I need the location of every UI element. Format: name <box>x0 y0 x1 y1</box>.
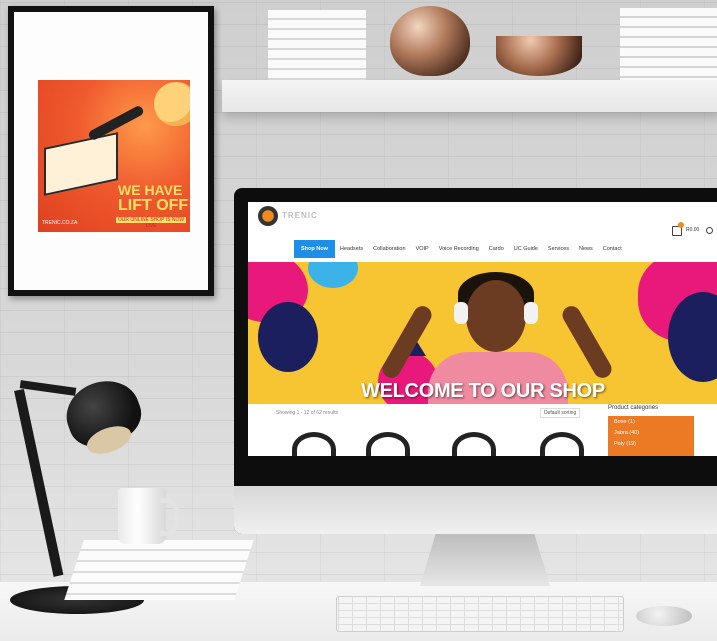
main-nav: Shop Now Headsets Collaboration VOIP Voi… <box>294 240 627 258</box>
categories-title: Product categories <box>608 405 659 411</box>
lift-off-poster: WE HAVE LIFT OFF OUR ONLINE SHOP IS NOW … <box>38 80 190 232</box>
copper-vase-round <box>390 6 470 76</box>
product-thumbnail[interactable] <box>292 432 336 456</box>
coffee-mug <box>118 488 166 544</box>
categories-list: Bose (1) Jabra (40) Poly (19) <box>608 416 694 456</box>
mouse <box>636 606 692 626</box>
product-thumbnail[interactable] <box>540 432 584 456</box>
nav-news[interactable]: News <box>574 240 598 258</box>
cart-count-badge <box>678 222 684 228</box>
book-stack-right <box>620 8 717 80</box>
search-icon[interactable] <box>706 227 713 234</box>
poster-headline-2: LIFT OFF <box>118 197 189 214</box>
headphone-icon <box>454 302 468 324</box>
moon-graphic <box>154 82 190 126</box>
hero-person-arm-right <box>559 302 615 382</box>
nav-voice-recording[interactable]: Voice Recording <box>434 240 484 258</box>
hero-banner: WELCOME TO OUR SHOP <box>248 262 717 404</box>
site-logo[interactable] <box>258 206 278 226</box>
book-stack-left <box>268 10 366 80</box>
product-thumbnail[interactable] <box>366 432 410 456</box>
keyboard <box>336 596 624 632</box>
mug-handle <box>160 498 179 536</box>
hero-title: WELCOME TO OUR SHOP <box>361 380 605 402</box>
desk-book-stack <box>64 540 254 600</box>
poster-mat: WE HAVE LIFT OFF OUR ONLINE SHOP IS NOW … <box>14 12 208 290</box>
nav-collaboration[interactable]: Collaboration <box>368 240 410 258</box>
hero-person-head <box>466 280 526 352</box>
nav-cardo[interactable]: Cardo <box>484 240 509 258</box>
poster-frame: WE HAVE LIFT OFF OUR ONLINE SHOP IS NOW … <box>8 6 214 296</box>
hero-shape <box>308 262 358 288</box>
nav-headsets[interactable]: Headsets <box>335 240 368 258</box>
cart-amount[interactable]: R0.00 <box>686 227 699 233</box>
nav-shop-now[interactable]: Shop Now <box>294 240 335 258</box>
poster-tagline: OUR ONLINE SHOP IS NOW LIVE <box>116 217 186 229</box>
category-item[interactable]: Jabra (40) <box>608 427 694 438</box>
monitor-stand <box>420 534 550 586</box>
monitor-screen: TRENIC R0.00 Shop Now Headsets Collabora… <box>248 202 717 456</box>
laptop-graphic <box>44 132 118 196</box>
category-item[interactable]: Bose (1) <box>608 416 694 427</box>
desk-scene: WE HAVE LIFT OFF OUR ONLINE SHOP IS NOW … <box>0 0 717 641</box>
nav-contact[interactable]: Contact <box>598 240 627 258</box>
headphone-icon <box>524 302 538 324</box>
nav-services[interactable]: Services <box>543 240 574 258</box>
nav-uc-guide[interactable]: UC Guide <box>509 240 543 258</box>
copper-bowl <box>496 36 582 76</box>
category-item[interactable]: Poly (19) <box>608 438 694 449</box>
poster-headline-1: WE HAVE <box>118 182 183 198</box>
site-brand[interactable]: TRENIC <box>282 211 318 220</box>
nav-voip[interactable]: VOIP <box>411 240 434 258</box>
sort-select[interactable]: Default sorting <box>540 408 581 418</box>
wall-shelf <box>222 80 717 112</box>
hero-shape <box>258 302 318 372</box>
monitor-chin <box>234 486 717 534</box>
results-count: Showing 1 - 12 of 62 results <box>276 410 338 416</box>
product-thumbnail[interactable] <box>452 432 496 456</box>
poster-footer: TRENIC.CO.ZA <box>42 220 78 226</box>
